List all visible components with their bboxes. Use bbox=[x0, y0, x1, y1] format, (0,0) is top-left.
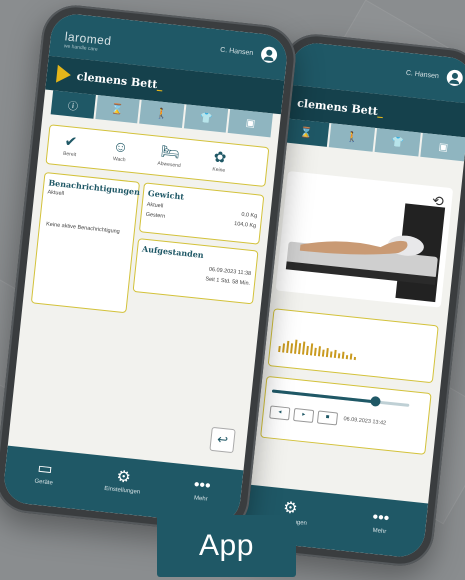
activity-bar bbox=[345, 355, 349, 360]
tab-info[interactable]: ⓘ bbox=[50, 90, 96, 119]
timeline-slider[interactable] bbox=[271, 389, 410, 407]
activity-bar bbox=[309, 343, 314, 356]
activity-bar bbox=[349, 353, 353, 360]
tab-walking[interactable]: 🚶 bbox=[328, 123, 376, 152]
prev-button[interactable]: ◂ bbox=[269, 405, 291, 421]
activity-bar bbox=[305, 345, 309, 356]
activity-bar bbox=[337, 353, 341, 359]
bed-visualization: ⟲ bbox=[275, 170, 454, 308]
bed-name: clemens Bett_ bbox=[296, 96, 384, 119]
play-icon[interactable] bbox=[55, 64, 72, 85]
user-name: C. Hansen bbox=[405, 69, 440, 81]
tab-hourglass[interactable]: ⌛ bbox=[95, 95, 140, 124]
weight-title: Gewicht bbox=[147, 187, 185, 202]
app-badge: App bbox=[157, 515, 296, 577]
status-absent[interactable]: 🛏 Abwesend bbox=[155, 143, 185, 170]
slider-knob[interactable] bbox=[369, 395, 381, 407]
back-arrow-icon: ↩ bbox=[216, 431, 229, 448]
activity-bar bbox=[317, 346, 321, 357]
status-awake[interactable]: ☺ Wach bbox=[105, 137, 135, 164]
weight-current-value: 0,0 Kg bbox=[240, 211, 258, 220]
back-button[interactable]: ↩ bbox=[209, 426, 236, 454]
notifications-empty: Keine aktive Benachrichtigung bbox=[45, 221, 121, 236]
activity-bar bbox=[341, 351, 345, 359]
activity-bar bbox=[286, 340, 290, 353]
weight-yesterday-value: 104,0 Kg bbox=[233, 221, 257, 230]
activity-bar bbox=[353, 356, 357, 361]
user-name: C. Hansen bbox=[219, 46, 254, 58]
up-since: Seit 1 Std. 58 Min. bbox=[204, 276, 251, 287]
activity-bar bbox=[329, 351, 333, 358]
activity-bar bbox=[325, 348, 329, 358]
timeline-timestamp: 06.09.2023 13:42 bbox=[343, 416, 387, 427]
person-icon: 👕 bbox=[199, 112, 213, 125]
activity-bar bbox=[298, 343, 302, 355]
nav-more[interactable]: ••• Mehr bbox=[332, 494, 428, 559]
person-icon: 👕 bbox=[390, 136, 405, 149]
timeline-panel: ◂ ▸ ■ 06.09.2023 13:42 bbox=[260, 375, 432, 455]
up-date: 06.09.2023 11:38 bbox=[208, 266, 252, 278]
activity-chart-panel bbox=[267, 308, 439, 384]
rotate-icon[interactable]: ⟲ bbox=[431, 192, 444, 210]
tab-person[interactable]: 👕 bbox=[374, 128, 421, 157]
bed-name: clemens Bett_ bbox=[76, 69, 164, 92]
play-button[interactable]: ▸ bbox=[293, 407, 315, 423]
walking-icon: 🚶 bbox=[155, 107, 169, 120]
stop-button[interactable]: ■ bbox=[316, 410, 339, 426]
screen-icon: ▣ bbox=[438, 141, 449, 154]
hourglass-icon: ⌛ bbox=[299, 126, 313, 139]
tab-screen[interactable]: ▣ bbox=[420, 132, 465, 162]
notifications-current-label: Aktuell bbox=[47, 189, 65, 198]
bed-illustration bbox=[285, 203, 446, 303]
walking-icon: 🚶 bbox=[345, 131, 359, 144]
activity-bar bbox=[294, 339, 298, 354]
activity-bar bbox=[282, 343, 286, 353]
status-ready[interactable]: ✔ Bereit bbox=[55, 132, 85, 159]
slider-fill bbox=[271, 389, 376, 404]
screen-icon: ▣ bbox=[245, 117, 256, 130]
activity-bar bbox=[321, 349, 325, 357]
weight-yesterday-label: Gestern bbox=[145, 211, 166, 220]
user-icon[interactable] bbox=[260, 45, 278, 64]
tab-hourglass[interactable]: ⌛ bbox=[283, 118, 330, 147]
activity-bar bbox=[302, 341, 306, 355]
activity-bar bbox=[278, 345, 281, 353]
tab-walking[interactable]: 🚶 bbox=[139, 99, 185, 129]
tab-screen[interactable]: ▣ bbox=[228, 109, 273, 138]
hourglass-icon: ⌛ bbox=[110, 103, 125, 116]
activity-bar bbox=[290, 343, 294, 354]
status-none[interactable]: ✿ Keine bbox=[205, 148, 235, 175]
weight-panel: Gewicht Aktuell 0,0 Kg Gestern 104,0 Kg bbox=[138, 182, 265, 245]
activity-bar bbox=[333, 349, 337, 358]
notifications-panel: Benachrichtigungen Aktuell Keine aktive … bbox=[30, 171, 140, 314]
up-title: Aufgestanden bbox=[141, 243, 205, 260]
weight-current-label: Aktuell bbox=[146, 201, 164, 210]
tab-person[interactable]: 👕 bbox=[183, 104, 229, 133]
activity-bar bbox=[313, 347, 317, 356]
info-icon: ⓘ bbox=[67, 100, 79, 113]
front-phone-screen: laromed we handle care C. Hansen clemens… bbox=[1, 11, 290, 527]
user-icon[interactable] bbox=[445, 69, 464, 87]
nav-devices[interactable]: ▭ Geräte bbox=[2, 446, 86, 510]
nav-settings[interactable]: ⚙Einstellungen bbox=[81, 454, 165, 518]
up-panel: Aufgestanden 06.09.2023 11:38 Seit 1 Std… bbox=[132, 238, 259, 305]
bottom-nav: ▭ Geräte ⚙ Einstellungen ••• Mehr bbox=[1, 445, 244, 527]
